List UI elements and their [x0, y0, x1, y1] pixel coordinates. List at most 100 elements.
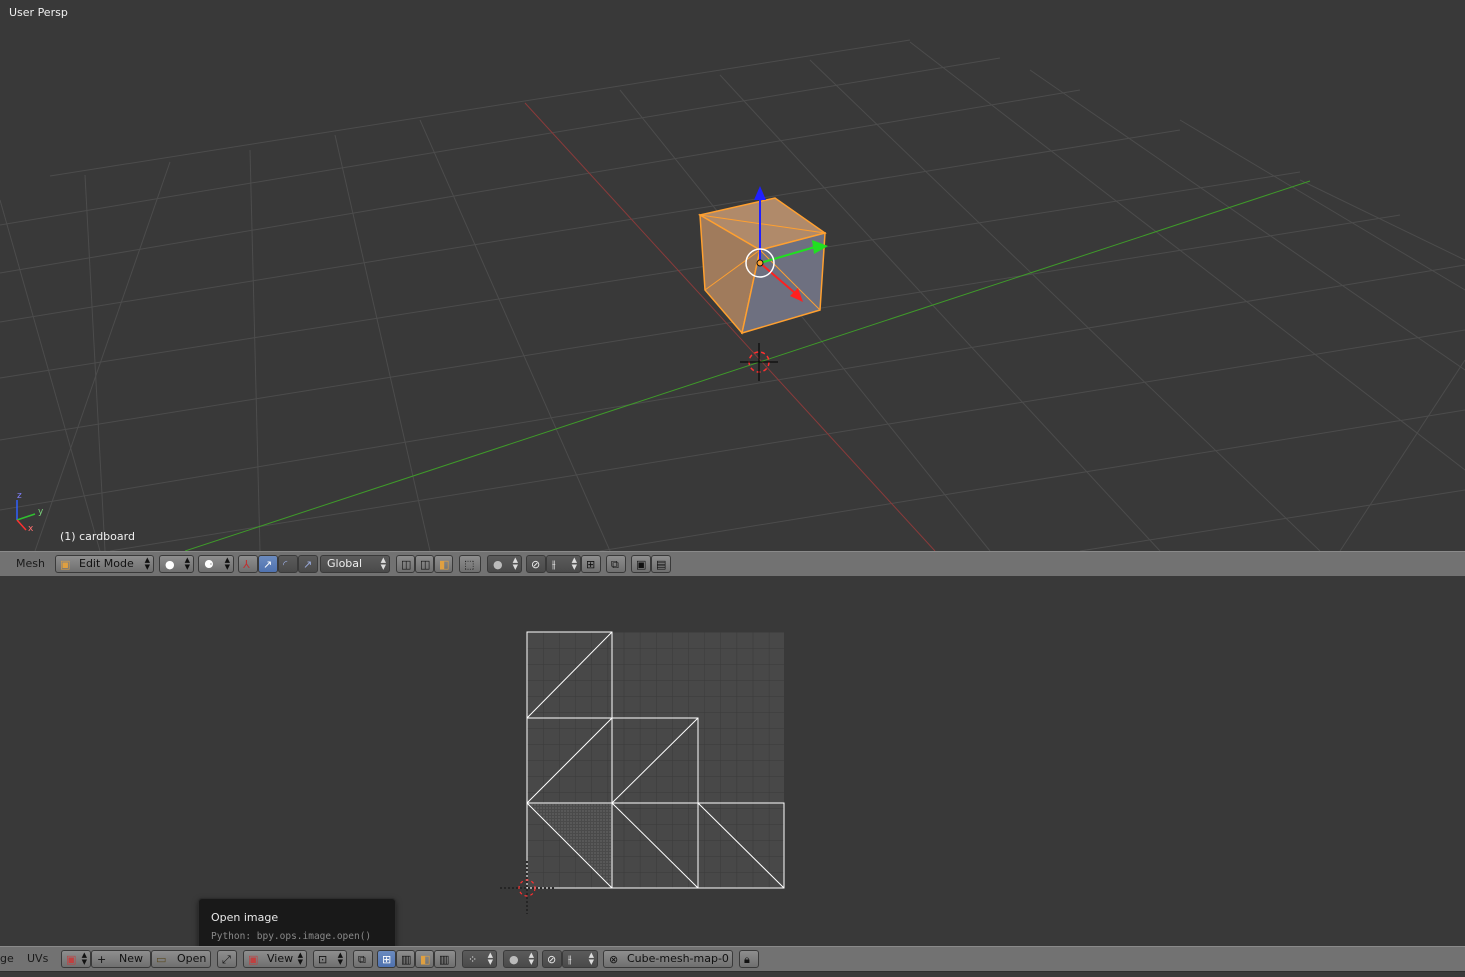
snap-target-button[interactable]: ⊞	[581, 555, 601, 573]
view-mode-selector[interactable]: ▣ View ▲ ▼	[243, 950, 307, 968]
proportional-edit-icon: ●	[493, 558, 503, 571]
viewport-scene	[0, 39, 1465, 551]
uv-vertex-select-button[interactable]: ⊞	[377, 950, 396, 968]
occlude-geometry-button[interactable]: ⬚	[459, 555, 481, 573]
viewport-shading-button[interactable]: ● ▲ ▼	[159, 555, 194, 573]
snap-toggle-button[interactable]: ⊘	[526, 555, 546, 573]
dropdown-arrows-icon: ▲ ▼	[588, 951, 594, 966]
uv-edge-select-button[interactable]: ▥	[396, 950, 415, 968]
dropdown-arrows-icon: ▲ ▼	[144, 556, 150, 571]
dropdown-arrows-icon: ▲ ▼	[337, 951, 343, 966]
vertex-select-button[interactable]: ◫	[396, 555, 415, 573]
uv-map-selector[interactable]: ⊗ Cube-mesh-map-0	[603, 950, 733, 968]
scale-icon: ↗	[303, 558, 313, 571]
uv-map-name: Cube-mesh-map-0	[627, 952, 729, 965]
uv-editor-header: ge UVs ▣ ▲ ▼ + New ▭ Open ⤢ ▣ View ▲ ▼ ⊡ ▲…	[0, 946, 1465, 972]
dropdown-arrows-icon: ▲ ▼	[224, 556, 230, 571]
plus-icon: +	[97, 953, 107, 966]
pivot-point-icon: ⚈	[204, 558, 214, 571]
edge-select-icon: ◫	[420, 558, 431, 571]
tooltip-title: Open image	[211, 911, 279, 924]
dropdown-arrows-icon: ▲ ▼	[487, 951, 493, 966]
vertex-select-icon: ◫	[401, 558, 412, 571]
rotate-icon: ◜	[283, 558, 288, 571]
image-browse-button[interactable]: ▣ ▲ ▼	[61, 950, 91, 968]
dropdown-arrows-icon: ▲ ▼	[512, 556, 518, 571]
uv-pivot-button[interactable]: ⊡ ▲ ▼	[313, 950, 347, 968]
3d-viewport[interactable]: User Persp z y x (1) cardboard	[0, 0, 1465, 551]
occlude-geometry-icon: ⬚	[464, 558, 475, 571]
snap-target-icon: ⊞	[586, 558, 596, 571]
transform-orientation-selector[interactable]: Global ▲ ▼	[320, 555, 390, 573]
face-select-icon: ◧	[439, 558, 450, 571]
transform-orientation-label: Global	[327, 557, 363, 570]
opengl-render-icon: ▣	[636, 558, 647, 571]
dropdown-arrows-icon: ▲ ▼	[528, 951, 534, 966]
uv-face-select-icon: ◧	[420, 953, 431, 966]
3d-view-header: Mesh ▣ Edit Mode ▲ ▼ ● ▲ ▼ ⚈ ▲ ▼ ⅄ ↗ ◜ ↗ Gl…	[0, 551, 1465, 577]
uv-snap-element-button[interactable]: ⫲ ▲ ▼	[562, 950, 598, 968]
uv-vertex-select-icon: ⊞	[382, 953, 392, 966]
sync-selection-icon: ⧉	[358, 953, 366, 966]
x-axis-line	[524, 102, 936, 551]
layer-button[interactable]: ⧉	[606, 555, 626, 573]
manipulator-toggle-icon: ⅄	[243, 558, 250, 571]
uv-proportional-edit-icon: ●	[509, 953, 519, 966]
pin-icon: ⤢	[222, 953, 231, 966]
uv-image-editor[interactable]	[0, 576, 1465, 946]
uvs-menu[interactable]: UVs	[27, 952, 48, 965]
image-menu[interactable]: ge	[0, 952, 14, 965]
pin-image-button[interactable]: ⤢	[217, 950, 237, 968]
new-image-button[interactable]: + New	[91, 950, 151, 968]
uv-map-icon: ⊗	[609, 953, 619, 966]
x-axis-label: x	[28, 524, 34, 534]
image-browse-icon: ▣	[66, 953, 77, 966]
pivot-point-button[interactable]: ⚈ ▲ ▼	[198, 555, 234, 573]
active-object-label: (1) cardboard	[60, 530, 135, 543]
sticky-selection-icon: ⁘	[468, 953, 478, 966]
rotate-manipulator-button[interactable]: ◜	[278, 555, 298, 573]
dropdown-arrows-icon: ▲ ▼	[571, 556, 577, 571]
view-perspective-label: User Persp	[9, 6, 68, 19]
lock-icon: 🔒︎	[744, 953, 750, 966]
dropdown-arrows-icon: ▲ ▼	[81, 951, 87, 966]
opengl-render-button[interactable]: ▣	[631, 555, 651, 573]
scale-manipulator-button[interactable]: ↗	[298, 555, 318, 573]
edge-select-button[interactable]: ◫	[415, 555, 434, 573]
uv-pivot-icon: ⊡	[318, 953, 328, 966]
view-mode-label: View	[267, 952, 294, 965]
open-image-button[interactable]: ▭ Open	[151, 950, 211, 968]
uv-island-select-icon: ▥	[439, 953, 450, 966]
mesh-menu[interactable]: Mesh	[16, 557, 45, 570]
render-animation-icon: ▤	[656, 558, 667, 571]
uv-face-select-button[interactable]: ◧	[415, 950, 434, 968]
render-animation-button[interactable]: ▤	[651, 555, 671, 573]
dropdown-arrows-icon: ▲ ▼	[380, 556, 386, 571]
uv-canvas	[500, 631, 785, 914]
viewport-shading-icon: ●	[165, 558, 175, 571]
translate-icon: ↗	[263, 558, 273, 571]
uv-snap-icon: ⊘	[547, 953, 557, 966]
y-axis-label: y	[38, 507, 44, 517]
dropdown-arrows-icon: ▲ ▼	[297, 951, 303, 966]
sticky-selection-button[interactable]: ⁘ ▲ ▼	[462, 950, 497, 968]
open-image-label: Open	[177, 952, 207, 965]
layer-icon: ⧉	[611, 558, 619, 571]
face-select-button[interactable]: ◧	[434, 555, 453, 573]
uv-island-select-button[interactable]: ▥	[434, 950, 456, 968]
uv-snap-toggle-button[interactable]: ⊘	[542, 950, 562, 968]
uv-snap-element-icon: ⫲	[568, 953, 572, 966]
uv-edge-select-icon: ▥	[401, 953, 412, 966]
snap-element-button[interactable]: ⫲ ▲ ▼	[546, 555, 581, 573]
translate-manipulator-button[interactable]: ↗	[258, 555, 278, 573]
mode-selector[interactable]: ▣ Edit Mode ▲ ▼	[55, 555, 154, 573]
uv-proportional-edit-button[interactable]: ● ▲ ▼	[503, 950, 538, 968]
manipulator-toggle-button[interactable]: ⅄	[238, 555, 258, 573]
proportional-edit-button[interactable]: ● ▲ ▼	[487, 555, 522, 573]
lock-button[interactable]: 🔒︎	[739, 950, 759, 968]
open-image-tooltip: Open image Python: bpy.ops.image.open()	[198, 898, 396, 950]
mode-selector-label: Edit Mode	[79, 557, 134, 570]
folder-icon: ▭	[156, 953, 167, 966]
new-image-label: New	[119, 952, 143, 965]
sync-selection-button[interactable]: ⧉	[353, 950, 373, 968]
